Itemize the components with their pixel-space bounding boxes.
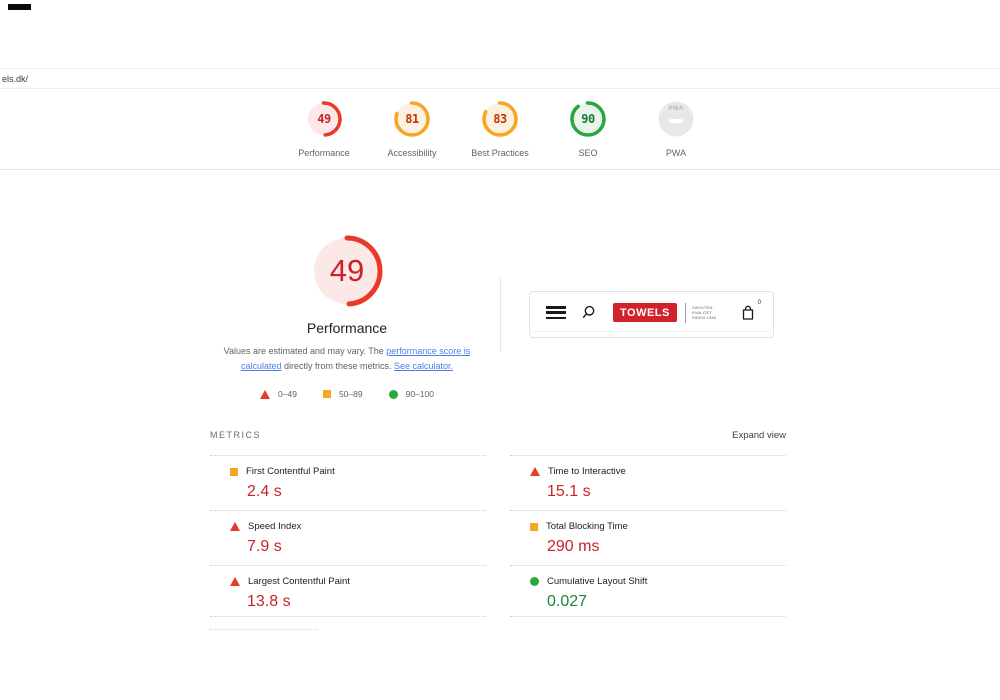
metrics-section: METRICS Expand view First Contentful Pai… (210, 430, 786, 617)
site-screenshot-thumbnail: TOWELS ZWOLTEN- KVALITET SIDEN 1946 0 (529, 291, 774, 338)
truncated-next-row-line (210, 629, 318, 630)
vertical-divider (500, 276, 501, 352)
summary-gauge-performance[interactable]: 49 Performance (280, 100, 368, 158)
poor-triangle-icon (230, 577, 240, 586)
cart-icon: 0 (741, 305, 759, 321)
score-summary-bar: 49 Performance 81 Accessibility 83 (0, 90, 1000, 170)
site-tagline: ZWOLTEN- KVALITET SIDEN 1946 (692, 305, 716, 320)
seo-score: 90 (569, 100, 607, 138)
good-circle-icon (530, 577, 539, 586)
performance-gauge-label: Performance (298, 148, 350, 158)
best-practices-gauge-label: Best Practices (471, 148, 529, 158)
good-circle-icon (389, 390, 398, 399)
metric-first-contentful-paint: First Contentful Paint 2.4 s (210, 455, 486, 510)
average-square-icon (530, 523, 538, 531)
thumbnail-divider-line (533, 331, 770, 332)
cart-count: 0 (758, 300, 761, 306)
pwa-gauge-label: PWA (666, 148, 686, 158)
performance-big-gauge: 49 (311, 235, 383, 307)
poor-triangle-icon (260, 390, 270, 399)
accessibility-gauge-label: Accessibility (387, 148, 436, 158)
logo-divider (685, 303, 686, 323)
metric-largest-contentful-paint: Largest Contentful Paint 13.8 s (210, 565, 486, 617)
metrics-heading: METRICS (210, 430, 261, 440)
legend-good: 90–100 (389, 389, 434, 399)
average-square-icon (230, 468, 238, 476)
legend-poor: 0–49 (260, 389, 297, 399)
search-icon (581, 305, 596, 320)
performance-description: Values are estimated and may vary. The p… (207, 344, 487, 374)
metric-speed-index: Speed Index 7.9 s (210, 510, 486, 565)
average-square-icon (323, 390, 331, 398)
poor-triangle-icon (230, 522, 240, 531)
window-corner-mark (8, 4, 31, 10)
poor-triangle-icon (530, 467, 540, 476)
performance-overview: 49 Performance Values are estimated and … (207, 235, 487, 399)
towels-logo: TOWELS (613, 303, 677, 322)
expand-view-button[interactable]: Expand view (732, 430, 786, 441)
summary-gauge-seo[interactable]: 90 SEO (544, 100, 632, 158)
metric-time-to-interactive: Time to Interactive 15.1 s (510, 455, 786, 510)
hamburger-menu-icon (546, 306, 566, 319)
performance-big-score: 49 (311, 235, 383, 307)
pwa-badge-text: PWA (657, 106, 695, 112)
metric-cumulative-layout-shift: Cumulative Layout Shift 0.027 (510, 565, 786, 617)
summary-gauge-best-practices[interactable]: 83 Best Practices (456, 100, 544, 158)
performance-section-title: Performance (207, 320, 487, 336)
legend-average: 50–89 (323, 389, 363, 399)
report-url-bar: els.dk/ (0, 68, 1000, 89)
accessibility-score: 81 (393, 100, 431, 138)
summary-gauge-pwa[interactable]: PWA PWA (632, 100, 720, 158)
pwa-dash-icon (669, 119, 683, 123)
best-practices-score: 83 (481, 100, 519, 138)
score-legend: 0–49 50–89 90–100 (207, 389, 487, 399)
lighthouse-report-page: els.dk/ 49 Performance 81 Accessibility (0, 0, 1000, 700)
metric-total-blocking-time: Total Blocking Time 290 ms (510, 510, 786, 565)
summary-gauge-accessibility[interactable]: 81 Accessibility (368, 100, 456, 158)
performance-score: 49 (305, 100, 343, 138)
metrics-grid: First Contentful Paint 2.4 s Time to Int… (210, 455, 786, 617)
report-url: els.dk/ (2, 74, 28, 84)
see-calculator-link[interactable]: See calculator. (394, 361, 453, 371)
seo-gauge-label: SEO (578, 148, 597, 158)
